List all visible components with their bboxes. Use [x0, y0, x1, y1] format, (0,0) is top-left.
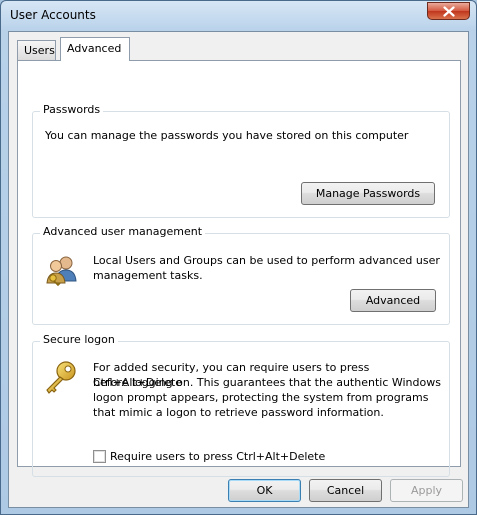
cancel-button[interactable]: Cancel [309, 479, 382, 502]
close-button[interactable] [427, 2, 470, 20]
window-title: User Accounts [10, 8, 96, 22]
user-accounts-window: User Accounts Users Advanced Passwords Y… [0, 0, 477, 515]
tab-users-label: Users [24, 44, 55, 57]
ok-button[interactable]: OK [228, 479, 301, 502]
ok-button-label: OK [256, 484, 273, 497]
advanced-button-label: Advanced [365, 294, 421, 307]
close-icon [442, 5, 455, 17]
passwords-description: You can manage the passwords you have st… [45, 129, 409, 142]
manage-passwords-button-label: Manage Passwords [315, 187, 421, 200]
title-bar[interactable]: User Accounts [1, 1, 476, 31]
require-ctrl-alt-delete-checkbox[interactable] [93, 450, 106, 463]
advanced-description-line2: management tasks. [93, 269, 203, 282]
secure-logon-line4: that mimic a logon to retrieve password … [93, 406, 384, 419]
tab-users[interactable]: Users [17, 40, 56, 60]
manage-passwords-button[interactable]: Manage Passwords [301, 182, 435, 205]
advanced-button[interactable]: Advanced [350, 289, 436, 312]
advanced-tab-panel: Passwords You can manage the passwords y… [17, 60, 461, 477]
advanced-user-management-group: Advanced user management Local Users and… [32, 225, 450, 325]
secure-logon-group: Secure logon For added security, you can… [32, 333, 450, 477]
advanced-user-management-group-title: Advanced user management [40, 225, 206, 238]
dialog-client-area: Users Advanced Passwords You can manage … [8, 31, 469, 508]
require-ctrl-alt-delete-label[interactable]: Require users to press Ctrl+Alt+Delete [110, 449, 325, 464]
advanced-description-line1: Local Users and Groups can be used to pe… [93, 254, 440, 267]
users-icon [46, 256, 77, 286]
secure-logon-line2: before logging on. This guarantees that … [93, 376, 441, 389]
tab-advanced-label: Advanced [67, 42, 122, 55]
secure-logon-line3: logon prompt appears, protecting the sys… [93, 391, 429, 404]
passwords-group: Passwords You can manage the passwords y… [32, 103, 450, 218]
key-icon [46, 361, 76, 394]
apply-button-label: Apply [410, 484, 443, 497]
passwords-group-title: Passwords [40, 103, 104, 116]
apply-button[interactable]: Apply [390, 479, 463, 502]
secure-logon-group-title: Secure logon [40, 333, 118, 346]
cancel-button-label: Cancel [326, 484, 365, 497]
tab-advanced[interactable]: Advanced [60, 37, 130, 61]
